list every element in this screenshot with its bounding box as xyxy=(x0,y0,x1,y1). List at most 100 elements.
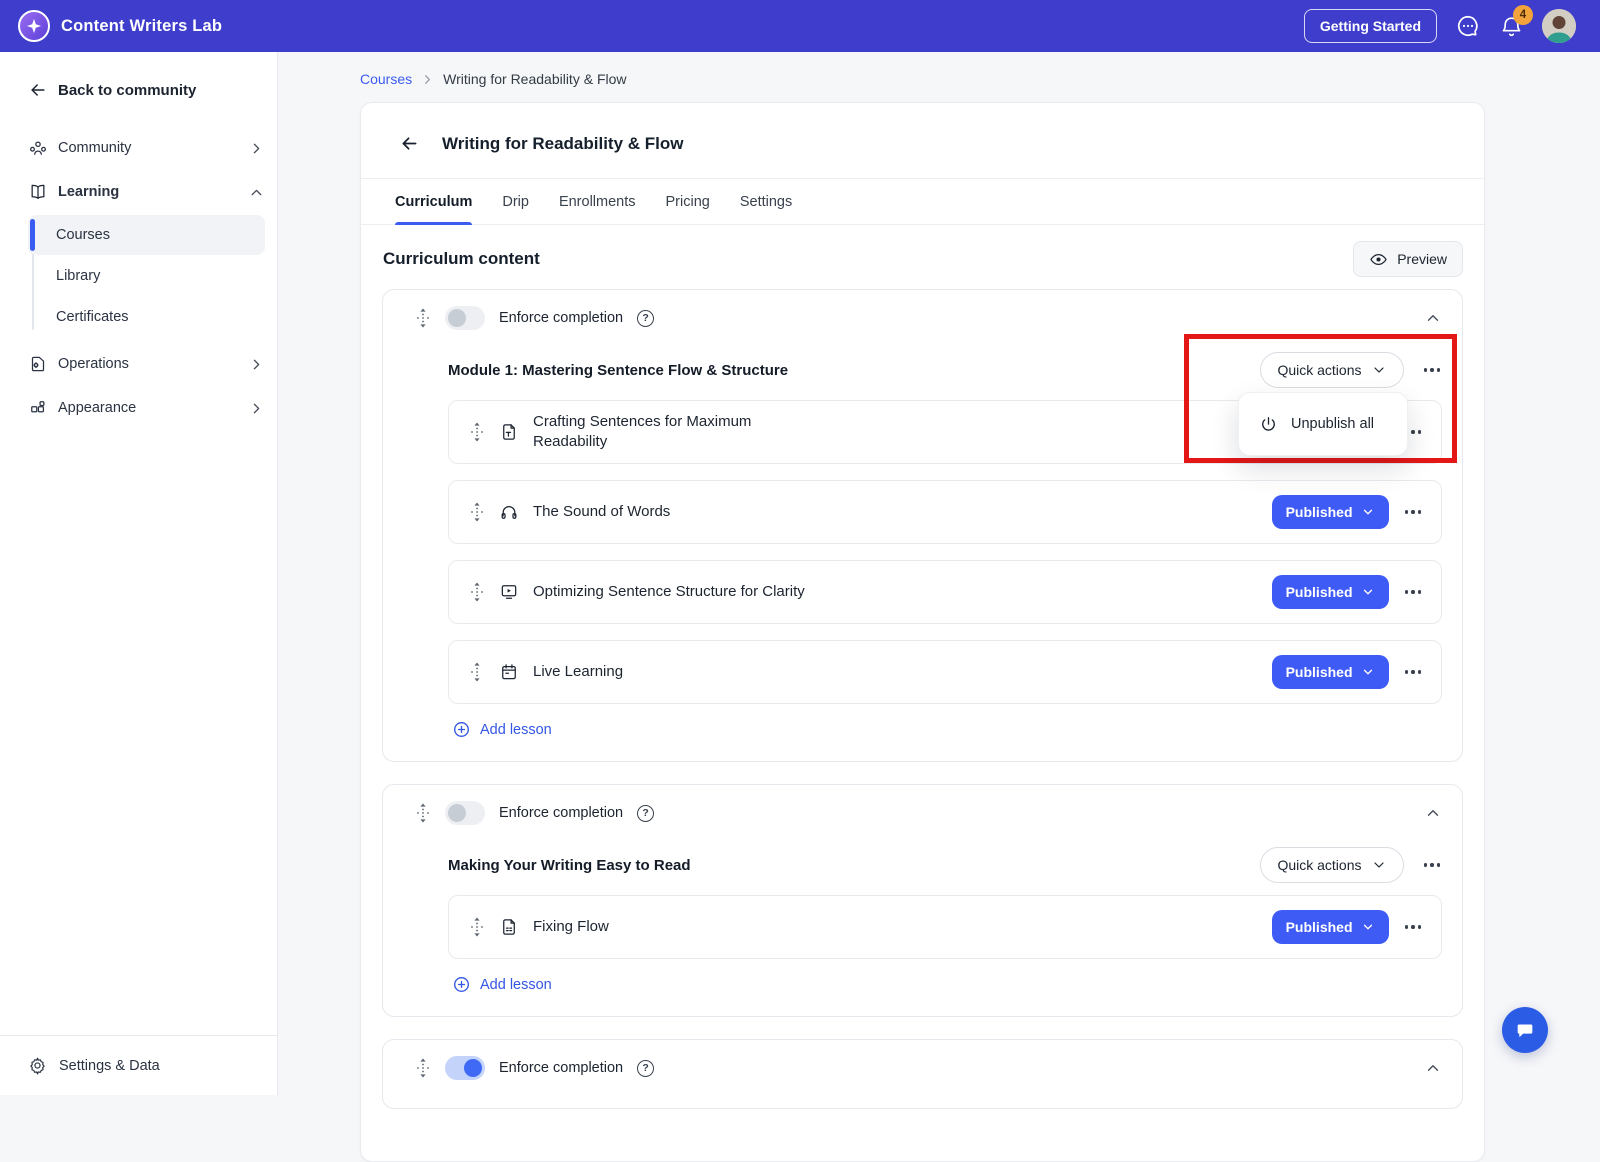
drag-handle-icon[interactable] xyxy=(469,501,485,523)
published-status-button[interactable]: Published xyxy=(1272,910,1389,944)
quick-actions-button[interactable]: Quick actions xyxy=(1260,847,1403,883)
sidebar: Back to community Community Learning Cou… xyxy=(0,52,278,1095)
operations-icon xyxy=(28,354,48,374)
sparkle-logo-icon[interactable] xyxy=(18,10,50,42)
lesson-more-button[interactable] xyxy=(1403,664,1424,680)
module-more-button[interactable] xyxy=(1422,362,1443,378)
back-to-community-link[interactable]: Back to community xyxy=(28,80,265,100)
module-title: Module 1: Mastering Sentence Flow & Stru… xyxy=(448,362,788,379)
enforce-completion-label: Enforce completion xyxy=(499,310,623,326)
breadcrumb-courses-link[interactable]: Courses xyxy=(360,71,412,87)
sidebar-item-certificates-label: Certificates xyxy=(56,309,129,325)
sidebar-item-certificates[interactable]: Certificates xyxy=(28,297,265,337)
drag-handle-icon[interactable] xyxy=(415,802,431,824)
main-content: Courses Writing for Readability & Flow W… xyxy=(278,52,1600,1095)
sidebar-item-learning[interactable]: Learning xyxy=(28,170,265,214)
course-card: Writing for Readability & Flow Curriculu… xyxy=(360,102,1485,1162)
enforce-completion-toggle[interactable] xyxy=(445,306,485,330)
lesson-more-button[interactable] xyxy=(1403,919,1424,935)
learning-icon xyxy=(28,182,48,202)
help-icon[interactable]: ? xyxy=(637,1060,654,1077)
chevron-right-icon xyxy=(248,356,265,373)
collapse-module-button[interactable] xyxy=(1424,309,1442,327)
sidebar-item-operations[interactable]: Operations xyxy=(28,342,265,386)
module-title: Making Your Writing Easy to Read xyxy=(448,857,691,874)
lesson-row-optimizing-structure[interactable]: Optimizing Sentence Structure for Clarit… xyxy=(448,560,1442,624)
module-card-1: Enforce completion ? Module 1: Mastering… xyxy=(382,289,1463,762)
lesson-title: Fixing Flow xyxy=(533,917,609,937)
chevron-down-icon xyxy=(1361,505,1375,519)
chevron-right-icon xyxy=(420,72,435,87)
breadcrumb: Courses Writing for Readability & Flow xyxy=(360,68,1600,90)
eye-icon xyxy=(1369,250,1388,269)
lesson-more-button[interactable] xyxy=(1403,584,1424,600)
tab-curriculum[interactable]: Curriculum xyxy=(395,179,472,224)
preview-button[interactable]: Preview xyxy=(1353,241,1463,277)
collapse-module-button[interactable] xyxy=(1424,1059,1442,1077)
lesson-title: The Sound of Words xyxy=(533,502,670,522)
chevron-up-icon xyxy=(248,184,265,201)
sidebar-item-learning-label: Learning xyxy=(58,184,238,200)
lesson-row-sound-of-words[interactable]: The Sound of Words Published xyxy=(448,480,1442,544)
sidebar-item-community[interactable]: Community xyxy=(28,126,265,170)
lesson-title: Optimizing Sentence Structure for Clarit… xyxy=(533,582,805,602)
collapse-module-button[interactable] xyxy=(1424,804,1442,822)
lesson-row-fixing-flow[interactable]: Fixing Flow Published xyxy=(448,895,1442,959)
published-status-button[interactable]: Published xyxy=(1272,655,1389,689)
lesson-more-button[interactable] xyxy=(1403,504,1424,520)
help-icon[interactable]: ? xyxy=(637,310,654,327)
lesson-title: Live Learning xyxy=(533,662,623,682)
user-avatar[interactable] xyxy=(1542,9,1576,43)
tab-settings[interactable]: Settings xyxy=(740,179,792,224)
course-tabs: Curriculum Drip Enrollments Pricing Sett… xyxy=(361,179,1484,225)
getting-started-button[interactable]: Getting Started xyxy=(1304,9,1437,43)
enforce-completion-toggle[interactable] xyxy=(445,1056,485,1080)
tab-drip[interactable]: Drip xyxy=(502,179,529,224)
drag-handle-icon[interactable] xyxy=(469,421,485,443)
quick-actions-button[interactable]: Quick actions xyxy=(1260,352,1403,388)
unpublish-all-menu-item[interactable]: Unpublish all xyxy=(1291,416,1374,432)
chevron-down-icon xyxy=(1361,585,1375,599)
published-status-button[interactable]: Published xyxy=(1272,575,1389,609)
tab-enrollments[interactable]: Enrollments xyxy=(559,179,636,224)
preview-label: Preview xyxy=(1397,251,1447,267)
appearance-icon xyxy=(28,398,48,418)
top-navbar: Content Writers Lab Getting Started 4 xyxy=(0,0,1600,52)
chat-launcher-button[interactable] xyxy=(1502,1007,1548,1053)
chevron-down-icon xyxy=(1371,857,1387,873)
module-card-3: Enforce completion ? xyxy=(382,1039,1463,1109)
chevron-down-icon xyxy=(1371,362,1387,378)
settings-and-data-link[interactable]: Settings & Data xyxy=(0,1035,277,1095)
drag-handle-icon[interactable] xyxy=(469,661,485,683)
enforce-completion-toggle[interactable] xyxy=(445,801,485,825)
sidebar-item-library[interactable]: Library xyxy=(28,256,265,296)
module-more-button[interactable] xyxy=(1422,857,1443,873)
community-icon xyxy=(28,138,48,158)
notification-badge: 4 xyxy=(1513,5,1533,25)
drag-handle-icon[interactable] xyxy=(469,581,485,603)
drag-handle-icon[interactable] xyxy=(415,1057,431,1079)
course-back-button[interactable] xyxy=(399,133,420,154)
chevron-up-icon xyxy=(1424,309,1442,327)
video-lesson-icon xyxy=(499,582,519,602)
drag-handle-icon[interactable] xyxy=(469,916,485,938)
module-card-2: Enforce completion ? Making Your Writing… xyxy=(382,784,1463,1017)
drag-handle-icon[interactable] xyxy=(415,307,431,329)
chat-bubble-icon xyxy=(1514,1019,1536,1041)
sidebar-item-library-label: Library xyxy=(56,268,100,284)
chevron-up-icon xyxy=(1424,1059,1442,1077)
lesson-row-live-learning[interactable]: Live Learning Published xyxy=(448,640,1442,704)
sidebar-item-courses[interactable]: Courses xyxy=(28,215,265,255)
tab-pricing[interactable]: Pricing xyxy=(666,179,710,224)
add-lesson-link[interactable]: Add lesson xyxy=(448,720,552,739)
published-status-button[interactable]: Published xyxy=(1272,495,1389,529)
back-to-community-label: Back to community xyxy=(58,82,196,99)
help-icon[interactable]: ? xyxy=(637,805,654,822)
add-lesson-link[interactable]: Add lesson xyxy=(448,975,552,994)
enforce-completion-label: Enforce completion xyxy=(499,1060,623,1076)
plus-circle-icon xyxy=(452,975,471,994)
messenger-button[interactable] xyxy=(1455,13,1481,39)
notifications-button[interactable]: 4 xyxy=(1499,14,1524,39)
learning-sub-list: Courses Library Certificates xyxy=(28,214,265,338)
sidebar-item-appearance[interactable]: Appearance xyxy=(28,386,265,430)
